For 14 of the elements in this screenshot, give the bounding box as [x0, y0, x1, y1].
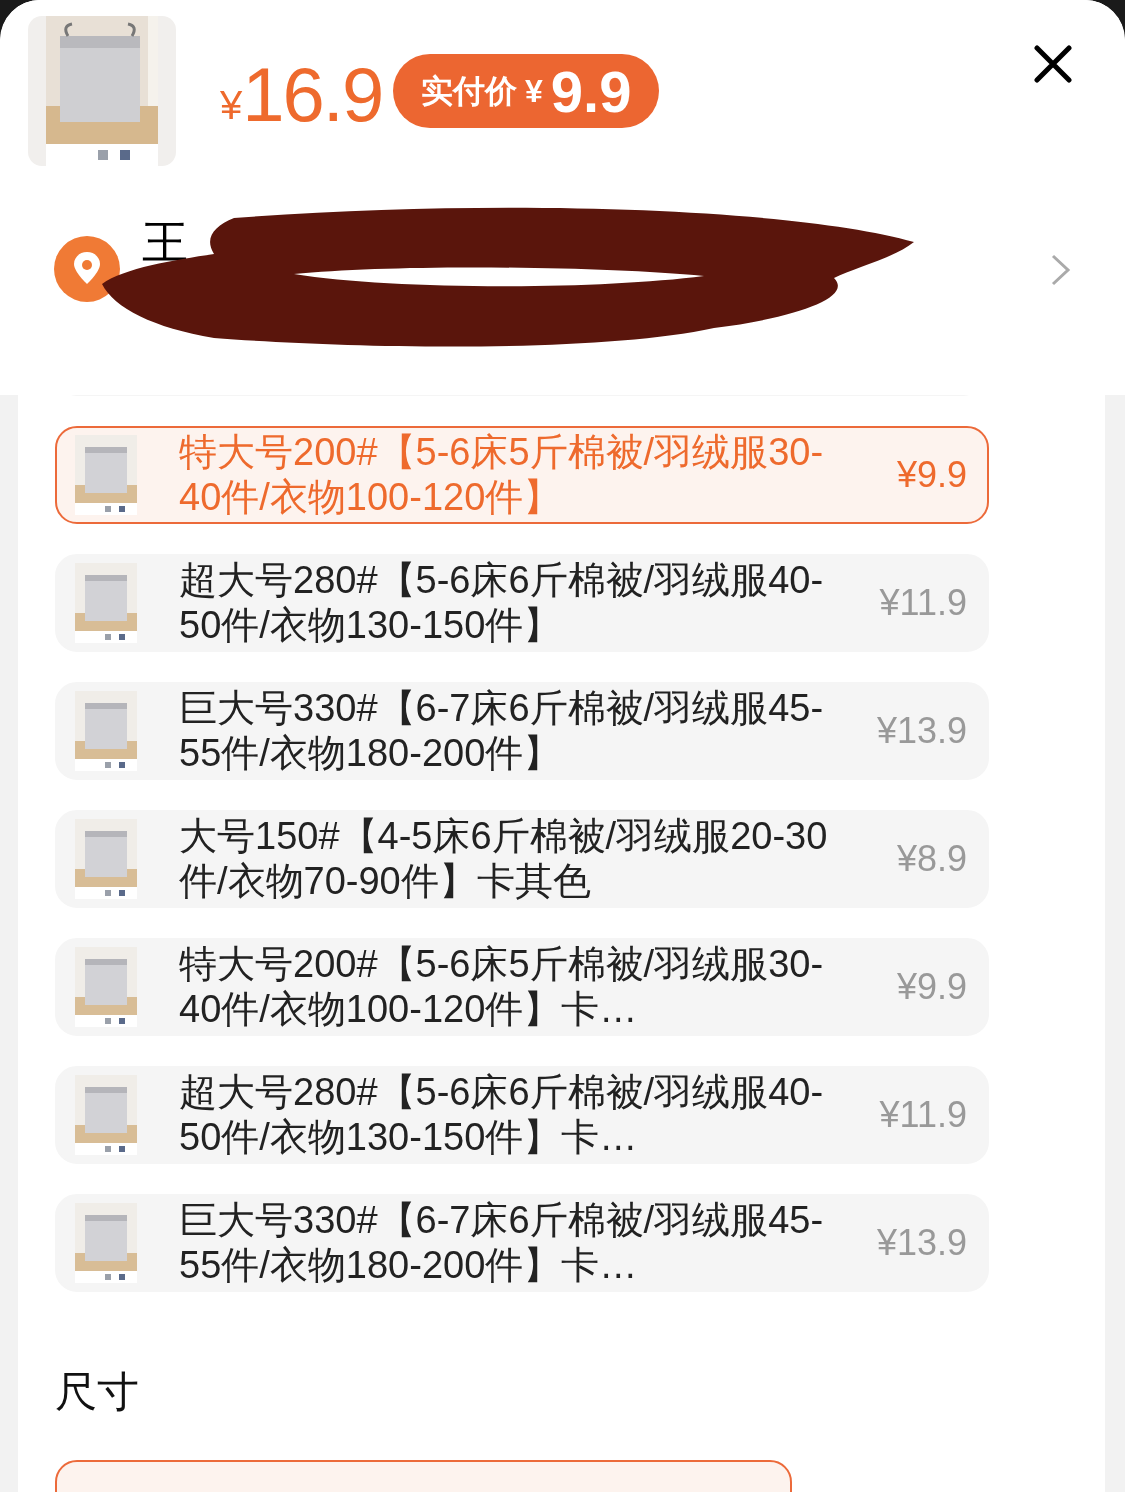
close-icon[interactable]: [1034, 45, 1072, 83]
location-pin-icon: [54, 236, 120, 302]
option-item[interactable]: 特大号200#【5-6床5斤棉被/羽绒服30-40件/衣物100-120件】卡… ¥9.9: [55, 938, 989, 1036]
actual-price-badge: 实付价 ¥9.9: [393, 54, 660, 128]
option-item[interactable]: 大号150#【4-5床6斤棉被/羽绒服20-30件/衣物70-90件】卡其色 ¥8.9: [55, 810, 989, 908]
price: 16.9: [242, 55, 383, 135]
currency-symbol: ¥: [220, 82, 243, 129]
section-title: 尺寸: [55, 1367, 139, 1417]
option-item[interactable]: 巨大号330#【6-7床6斤棉被/羽绒服45-55件/衣物180-200件】卡… ¥13.9: [55, 1194, 989, 1292]
option-item[interactable]: 巨大号330#【6-7床6斤棉被/羽绒服45-55件/衣物180-200件】 ¥13.9: [55, 682, 989, 780]
option-item[interactable]: 超大号280#【5-6床6斤棉被/羽绒服40-50件/衣物130-150件】 ¥11.9: [55, 554, 989, 652]
chevron-right-icon[interactable]: [1050, 253, 1072, 287]
address-text: 王: [142, 215, 188, 270]
option-item[interactable]: 超大号280#【5-6床6斤棉被/羽绒服40-50件/衣物130-150件】卡… ¥11.9: [55, 1066, 989, 1164]
